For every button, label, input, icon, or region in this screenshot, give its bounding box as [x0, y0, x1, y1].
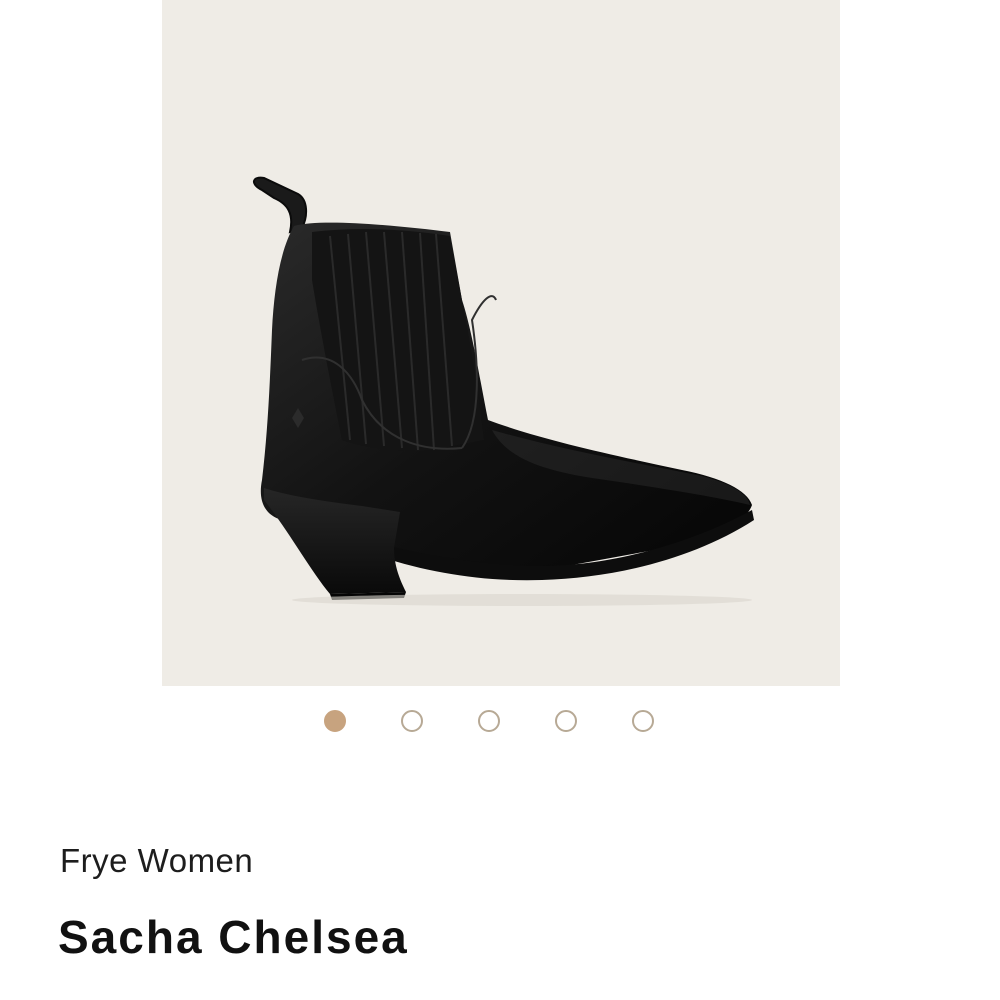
gallery-pagination [0, 706, 1000, 738]
gallery-dot-2[interactable] [401, 710, 423, 732]
boot-photo-icon [253, 176, 754, 606]
gallery-dot-1[interactable] [324, 710, 346, 732]
product-title: Sacha Chelsea [58, 911, 409, 963]
product-image[interactable] [162, 0, 840, 686]
product-brand[interactable]: Frye Women [60, 842, 253, 880]
gallery-dot-5[interactable] [632, 710, 654, 732]
gallery-dot-4[interactable] [555, 710, 577, 732]
gallery-dot-3[interactable] [478, 710, 500, 732]
product-page: Frye Women Sacha Chelsea [0, 0, 1000, 1000]
